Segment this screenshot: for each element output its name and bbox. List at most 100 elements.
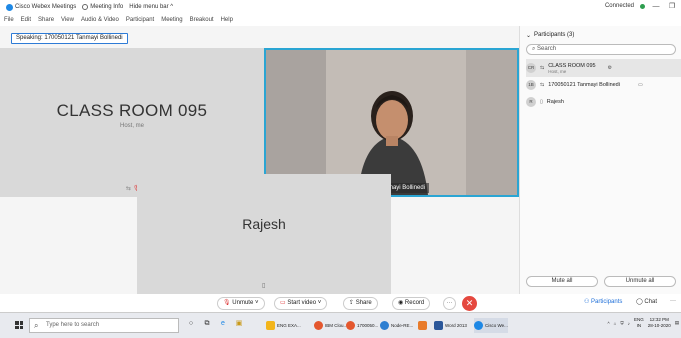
participant-search-input[interactable]: ⌕ Search xyxy=(526,44,676,55)
start-video-button[interactable]: ▭ Start video ˅ xyxy=(274,297,328,310)
chrome-icon xyxy=(314,321,323,330)
volume-icon[interactable]: ♪ xyxy=(628,321,630,326)
file-explorer-icon[interactable]: ▣ xyxy=(234,319,244,329)
window-controls: Connected — ❐ xyxy=(604,2,677,11)
record-label: Record xyxy=(404,300,425,306)
meeting-info-button[interactable]: Meeting Info xyxy=(82,4,123,10)
cortana-icon[interactable]: ○ xyxy=(186,319,196,329)
panel-header[interactable]: ⌄ Participants (3) xyxy=(526,32,574,39)
record-button[interactable]: ◉ Record xyxy=(392,297,431,310)
chat-tab[interactable]: ◯ Chat xyxy=(636,298,657,305)
avatar: R xyxy=(526,97,536,107)
unmute-label: Unmute xyxy=(232,300,254,306)
avatar: 1B xyxy=(526,80,536,90)
menu-help[interactable]: Help xyxy=(221,17,233,23)
notification-icon[interactable]: ▤ xyxy=(675,320,679,326)
share-button[interactable]: ⇪ Share xyxy=(343,297,378,310)
taskbar-app[interactable]: IBM Clou... xyxy=(314,318,347,333)
chevron-down-icon: ˅ xyxy=(317,300,322,306)
webex-logo-icon xyxy=(6,3,13,11)
video-stage: CLASS ROOM 095 Host, me ⇆ 🎙 ⊙ 170050121 … xyxy=(0,26,519,294)
windows-taskbar: Type here to search ○ ⧉ e ▣ ENG EXA... I… xyxy=(0,312,681,338)
menu-audio-video[interactable]: Audio & Video xyxy=(81,17,119,23)
hide-menu-bar-button[interactable]: Hide menu bar ^ xyxy=(129,4,173,10)
edge-icon[interactable]: e xyxy=(218,319,228,329)
share-label: Share xyxy=(355,300,372,306)
menu-breakout[interactable]: Breakout xyxy=(190,17,214,23)
chevron-down-icon: ˅ xyxy=(254,300,259,306)
app-name: Cisco Webex Meetings xyxy=(15,4,77,10)
system-tray: ^ ⌂ ⛨ ♪ ENG IN 12:32 PM 28-10-2020 ▤ xyxy=(607,317,679,329)
rajesh-tile[interactable]: Rajesh ▯ xyxy=(137,174,391,294)
taskbar-app-label: ENG EXA... xyxy=(277,323,301,328)
camera-icon: ▭ xyxy=(637,82,643,88)
mute-all-button[interactable]: Mute all xyxy=(526,276,598,287)
chevron-up-icon[interactable]: ^ xyxy=(607,321,609,326)
share-status-icon: ⇆ xyxy=(540,82,545,88)
taskbar-app-label: Node-RE... xyxy=(391,323,414,328)
menu-participant[interactable]: Participant xyxy=(126,17,154,23)
chevron-down-icon: ⌄ xyxy=(526,33,532,39)
taskbar-app[interactable]: Node-RE... xyxy=(380,318,413,333)
taskbar-app-active[interactable]: Cisco We... xyxy=(474,318,508,333)
meeting-info-label: Meeting Info xyxy=(90,4,124,10)
leave-meeting-button[interactable]: ✕ xyxy=(462,296,477,311)
hide-menu-bar-label: Hide menu bar ^ xyxy=(129,4,174,10)
overflow-button[interactable]: ··· xyxy=(670,298,676,304)
host-name: CLASS ROOM 095 xyxy=(56,101,208,120)
unmute-button[interactable]: 🎙 Unmute ˅ xyxy=(217,297,265,310)
muted-mic-icon: 🎙 xyxy=(223,300,233,306)
taskbar-app[interactable]: ENG EXA... xyxy=(266,318,301,333)
participants-tab[interactable]: ⚇ Participants xyxy=(584,298,622,305)
participant-name: Rajesh xyxy=(546,99,564,105)
meeting-controls: 🎙 Unmute ˅ ▭ Start video ˅ ⇪ Share ◉ Rec… xyxy=(0,294,681,312)
word-icon xyxy=(434,321,443,330)
speaking-indicator: Speaking: 170050121 Tanmayi Bollinedi xyxy=(11,33,128,44)
record-icon: ◉ xyxy=(398,300,405,306)
shield-icon[interactable]: ⛨ xyxy=(620,321,623,326)
task-view-icon[interactable]: ⧉ xyxy=(202,319,212,329)
restore-button[interactable]: ❐ xyxy=(667,2,677,10)
unmute-all-button[interactable]: Unmute all xyxy=(604,276,676,287)
taskbar-search-input[interactable]: Type here to search xyxy=(29,318,179,333)
host-role: Host, me xyxy=(119,123,144,129)
host-badge-icon: ⚙ xyxy=(607,65,613,71)
device-icon: ▯ xyxy=(540,99,543,105)
menu-share[interactable]: Share xyxy=(38,17,54,23)
taskbar-app[interactable]: 1700050... xyxy=(346,318,378,333)
app-title: Cisco Webex Meetings xyxy=(6,3,77,11)
taskbar-app[interactable] xyxy=(418,318,427,333)
participants-icon: ⚇ xyxy=(584,299,592,305)
taskbar-app-label: 1700050... xyxy=(357,323,379,328)
network-icon[interactable]: ⌂ xyxy=(614,321,617,326)
chrome-icon xyxy=(380,321,389,330)
chrome-icon xyxy=(346,321,355,330)
app-icon xyxy=(418,321,427,330)
language-indicator[interactable]: ENG IN xyxy=(634,317,644,329)
participant-row[interactable]: 1B ⇆ 170050121 Tanmayi Bollinedi ▭ xyxy=(526,76,681,94)
menu-file[interactable]: File xyxy=(4,17,14,23)
menu-meeting[interactable]: Meeting xyxy=(161,17,182,23)
taskbar-app[interactable]: Word 2013 xyxy=(434,318,467,333)
participant-row[interactable]: R ▯ Rajesh xyxy=(526,93,681,111)
webex-window: Cisco Webex Meetings Meeting Info Hide m… xyxy=(0,0,681,338)
more-options-button[interactable]: ··· xyxy=(443,297,456,310)
menu-bar: File Edit Share View Audio & Video Parti… xyxy=(0,14,681,26)
rajesh-name: Rajesh xyxy=(242,216,286,232)
windows-start-icon[interactable] xyxy=(15,321,23,329)
clock[interactable]: 12:32 PM 28-10-2020 xyxy=(648,317,671,329)
menu-view[interactable]: View xyxy=(61,17,74,23)
taskbar-app-label: Cisco We... xyxy=(485,323,508,328)
participant-meta: CLASS ROOM 095 Host, me xyxy=(548,63,595,74)
share-status-icon: ⇆ xyxy=(540,65,545,71)
mic-icon: ▯ xyxy=(262,283,266,289)
participant-name: 170050121 Tanmayi Bollinedi xyxy=(548,82,620,88)
share-icon: ⇪ xyxy=(349,300,356,306)
minimize-button[interactable]: — xyxy=(651,3,661,10)
search-placeholder: Search xyxy=(537,46,557,52)
connection-status: Connected xyxy=(604,3,634,9)
participant-row[interactable]: CR ⇆ CLASS ROOM 095 Host, me ⚙ xyxy=(526,59,681,77)
info-icon xyxy=(82,4,89,10)
taskbar-app-label: Word 2013 xyxy=(445,323,467,328)
menu-edit[interactable]: Edit xyxy=(21,17,31,23)
